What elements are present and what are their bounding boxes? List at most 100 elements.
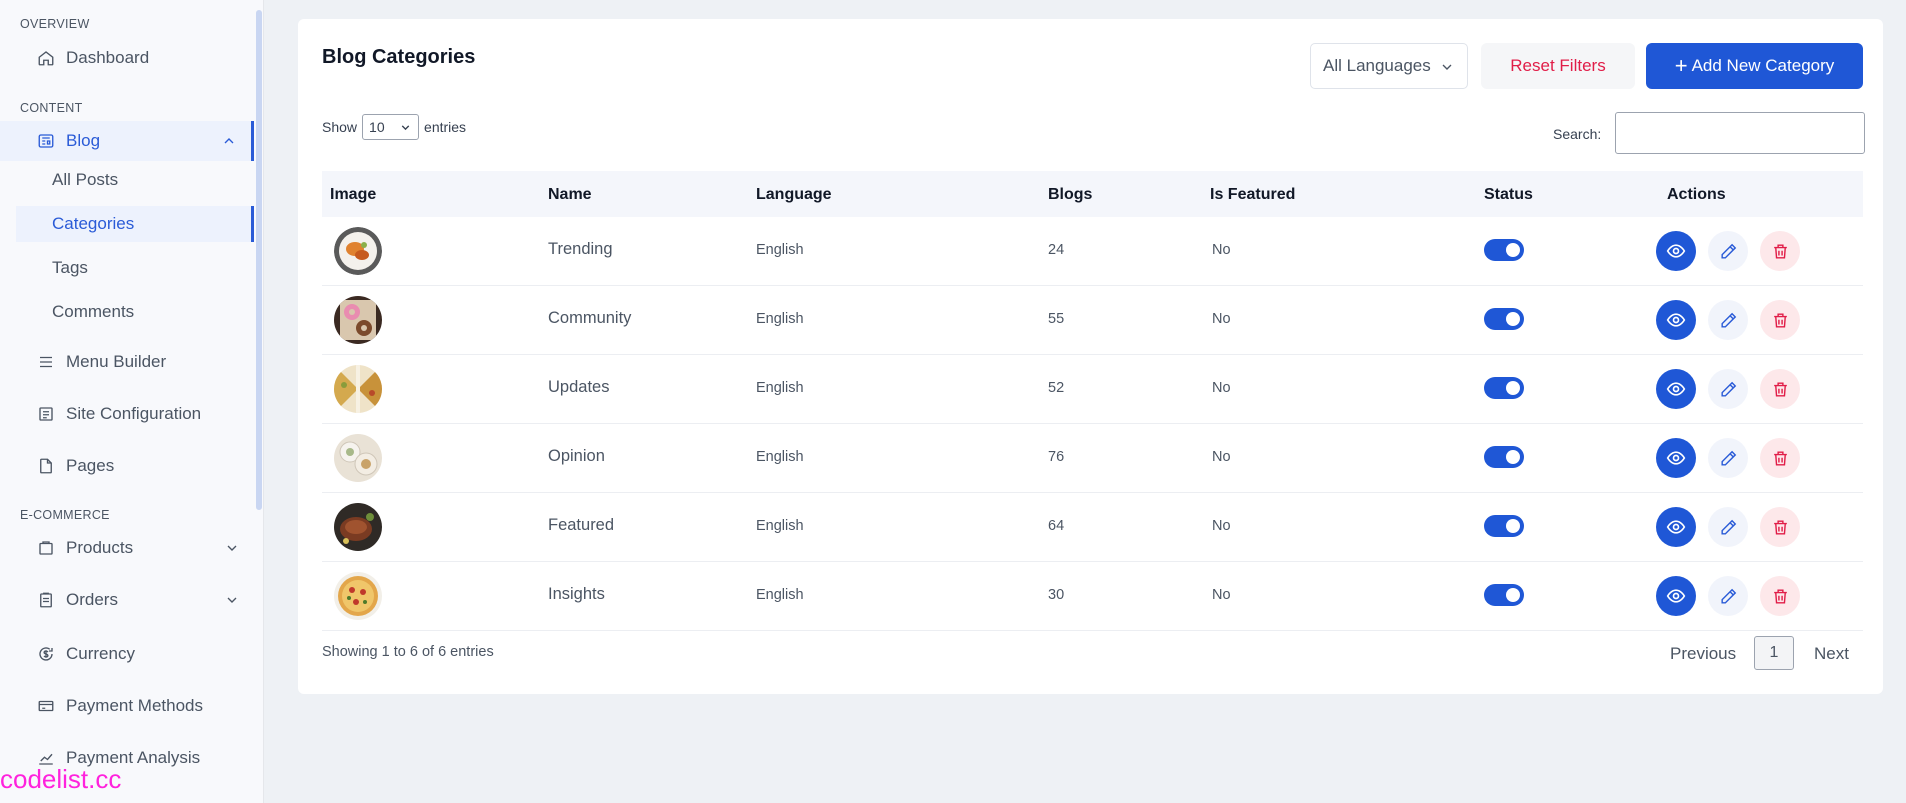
home-icon [36,48,56,68]
status-toggle[interactable] [1484,239,1524,261]
sidebar-item-label: Blog [66,131,101,150]
pagination-previous[interactable]: Previous [1670,644,1736,664]
pagination-page-1[interactable]: 1 [1754,636,1794,670]
category-blogs-count: 64 [1048,518,1065,534]
status-toggle[interactable] [1484,584,1524,606]
column-header-blogs[interactable]: Blogs [1048,186,1092,204]
sidebar-item-payment-methods[interactable]: Payment Methods [0,686,254,726]
delete-button[interactable] [1760,300,1800,340]
edit-button[interactable] [1708,300,1748,340]
trash-icon [1773,519,1787,535]
search-label: Search: [1553,126,1602,142]
edit-button[interactable] [1708,576,1748,616]
sidebar-sub-tags[interactable]: Tags [16,250,254,286]
table-header: Image Name Language Blogs Is Featured St… [322,171,1863,217]
edit-button[interactable] [1708,507,1748,547]
sidebar-item-products[interactable]: Products [0,528,254,568]
edit-button[interactable] [1708,369,1748,409]
category-thumbnail [334,296,382,344]
scrollbar-thumb[interactable] [256,10,262,510]
category-name: Updates [548,378,610,396]
sidebar-sub-all-posts[interactable]: All Posts [16,162,254,198]
edit-button[interactable] [1708,231,1748,271]
pencil-icon [1720,381,1736,397]
view-button[interactable] [1656,231,1696,271]
sidebar-item-label: Site Configuration [66,404,202,423]
entries-select[interactable]: 10 [362,114,420,140]
eye-icon [1666,520,1686,534]
sidebar-item-site-configuration[interactable]: Site Configuration [0,394,254,434]
section-content: CONTENT [20,101,83,115]
table-info: Showing 1 to 6 of 6 entries [322,644,494,660]
category-thumbnail [334,227,382,275]
sidebar-item-blog[interactable]: Blog [0,121,254,161]
search-input[interactable] [1615,112,1865,154]
category-language: English [756,242,804,258]
sidebar-item-label: Pages [66,456,115,475]
table-row: Opinion English 76 No [322,424,1863,493]
currency-exchange-icon [36,644,56,664]
sidebar-item-label: Dashboard [66,48,150,67]
category-name: Community [548,309,632,327]
delete-button[interactable] [1760,438,1800,478]
chevron-down-icon [399,121,412,137]
category-thumbnail [334,434,382,482]
delete-button[interactable] [1760,576,1800,616]
delete-button[interactable] [1760,231,1800,271]
status-toggle[interactable] [1484,308,1524,330]
category-thumbnail [334,365,382,413]
pencil-icon [1720,312,1736,328]
view-button[interactable] [1656,438,1696,478]
status-toggle[interactable] [1484,515,1524,537]
column-header-is-featured[interactable]: Is Featured [1210,186,1295,204]
add-new-category-button[interactable]: + Add New Category [1646,43,1863,89]
delete-button[interactable] [1760,507,1800,547]
reset-filters-button[interactable]: Reset Filters [1481,43,1635,89]
sidebar-item-dashboard[interactable]: Dashboard [0,38,254,78]
sidebar-item-menu-builder[interactable]: Menu Builder [0,342,254,382]
chevron-down-icon [1439,59,1455,80]
category-thumbnail [334,503,382,551]
pencil-icon [1720,519,1736,535]
table-row: Updates English 52 No [322,355,1863,424]
category-is-featured: No [1212,311,1231,327]
plus-icon: + [1674,53,1688,78]
delete-button[interactable] [1760,369,1800,409]
sidebar-sub-categories[interactable]: Categories [16,206,254,242]
column-header-image[interactable]: Image [330,186,376,204]
sidebar-item-label: Menu Builder [66,352,167,371]
column-header-status[interactable]: Status [1484,186,1533,204]
pagination-next[interactable]: Next [1814,644,1849,664]
category-name: Trending [548,240,613,258]
column-header-language[interactable]: Language [756,186,832,204]
column-header-name[interactable]: Name [548,186,592,204]
view-button[interactable] [1656,300,1696,340]
sidebar-item-pages[interactable]: Pages [0,446,254,486]
status-toggle[interactable] [1484,446,1524,468]
category-blogs-count: 24 [1048,242,1065,258]
edit-button[interactable] [1708,438,1748,478]
entries-value: 10 [369,119,385,135]
sidebar-sub-comments[interactable]: Comments [16,294,254,330]
entries-length-control: Show 10 entries [322,114,466,140]
chevron-down-icon [224,540,240,556]
language-filter-select[interactable]: All Languages [1310,43,1468,89]
view-button[interactable] [1656,507,1696,547]
table-row: Featured English 64 No [322,493,1863,562]
sidebar-item-orders[interactable]: Orders [0,580,254,620]
sidebar-item-currency[interactable]: Currency [0,634,254,674]
category-language: English [756,449,804,465]
view-button[interactable] [1656,369,1696,409]
sidebar-item-label: Currency [66,644,135,663]
page-title: Blog Categories [322,46,476,68]
eye-icon [1666,382,1686,396]
category-blogs-count: 52 [1048,380,1065,396]
status-toggle[interactable] [1484,377,1524,399]
view-button[interactable] [1656,576,1696,616]
section-ecommerce: E-COMMERCE [20,508,110,522]
chevron-down-icon [224,592,240,608]
sidebar-scrollbar[interactable] [255,0,263,803]
language-filter-value: All Languages [1323,56,1431,75]
watermark: codelist.cc [0,764,122,794]
category-is-featured: No [1212,242,1231,258]
